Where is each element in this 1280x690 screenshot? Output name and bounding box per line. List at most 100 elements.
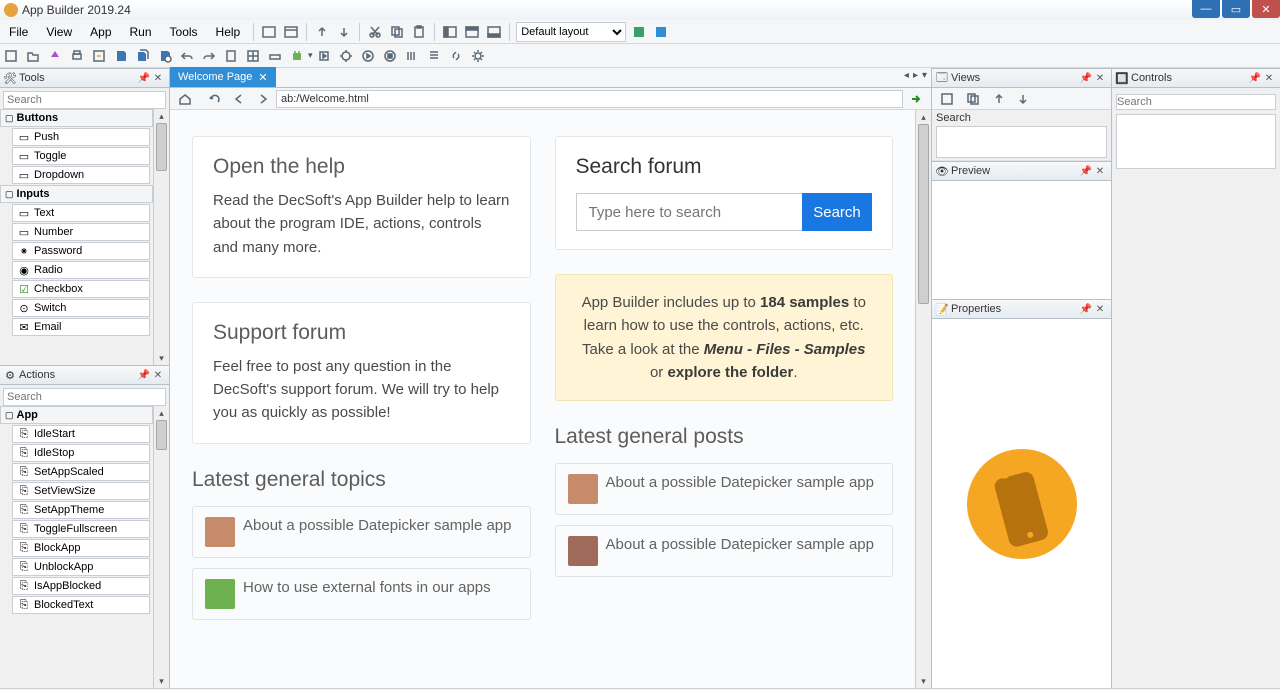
search-forum-button[interactable]: Search [802, 193, 872, 231]
pin-icon[interactable]: 📌 [1079, 302, 1093, 316]
views-duplicate-icon[interactable] [963, 89, 983, 109]
tab-welcome[interactable]: Welcome Page ✕ [170, 67, 276, 87]
action-idlestop[interactable]: ⎘IdleStop [12, 444, 150, 462]
close-panel-icon[interactable]: ✕ [1093, 164, 1107, 178]
menu-help[interactable]: Help [207, 20, 250, 43]
toolbar2-grid-icon[interactable] [243, 46, 263, 66]
toolbar-btn-dock-top[interactable] [462, 22, 482, 42]
toolbar-btn-new-view[interactable] [259, 22, 279, 42]
actions-search-input[interactable] [3, 388, 166, 406]
views-new-icon[interactable] [937, 89, 957, 109]
layout-select[interactable]: Default layout [516, 22, 626, 42]
toolbar2-scale-icon[interactable] [265, 46, 285, 66]
minimize-button[interactable]: — [1192, 0, 1220, 18]
menu-file[interactable]: File [0, 20, 37, 43]
browser-go-icon[interactable] [906, 89, 926, 109]
toolbar2-open-icon[interactable] [23, 46, 43, 66]
browser-refresh-icon[interactable] [205, 89, 225, 109]
browser-forward-icon[interactable] [253, 89, 273, 109]
toolbar2-align-icon[interactable] [402, 46, 422, 66]
toolbar2-save-icon[interactable] [111, 46, 131, 66]
toolbar2-play-icon[interactable] [358, 46, 378, 66]
close-panel-icon[interactable]: ✕ [151, 368, 165, 382]
topic-item[interactable]: About a possible Datepicker sample app [192, 506, 531, 558]
close-panel-icon[interactable]: ✕ [1093, 302, 1107, 316]
toolbar-btn-save-layout[interactable] [629, 22, 649, 42]
toolbar2-link-icon[interactable] [446, 46, 466, 66]
arrow-down-icon[interactable] [334, 22, 354, 42]
toolbar-btn-new-dialog[interactable] [281, 22, 301, 42]
action-isappblocked[interactable]: ⎘IsAppBlocked [12, 577, 150, 595]
toolbar-btn-copy[interactable] [387, 22, 407, 42]
tool-text[interactable]: ▭Text [12, 204, 150, 222]
toolbar2-print-icon[interactable] [67, 46, 87, 66]
action-blockapp[interactable]: ⎘BlockApp [12, 539, 150, 557]
tool-password[interactable]: ⁕Password [12, 242, 150, 260]
toolbar-btn-dock-left[interactable] [440, 22, 460, 42]
menu-tools[interactable]: Tools [161, 20, 207, 43]
toolbar2-android-icon[interactable] [287, 46, 307, 66]
tool-switch[interactable]: ⊙Switch [12, 299, 150, 317]
close-panel-icon[interactable]: ✕ [1262, 71, 1276, 85]
browser-back-icon[interactable] [229, 89, 249, 109]
tool-number[interactable]: ▭Number [12, 223, 150, 241]
post-item[interactable]: About a possible Datepicker sample app [555, 463, 894, 515]
tool-email[interactable]: ✉Email [12, 318, 150, 336]
tool-dropdown[interactable]: ▭Dropdown [12, 166, 150, 184]
toolbar2-page-icon[interactable] [221, 46, 241, 66]
pin-icon[interactable]: 📌 [1079, 71, 1093, 85]
tab-prev-icon[interactable]: ◂ [904, 70, 909, 81]
samples-banner[interactable]: App Builder includes up to 184 samples t… [555, 274, 894, 401]
tools-group-buttons[interactable]: Buttons [0, 109, 153, 127]
action-blockedtext[interactable]: ⎘BlockedText [12, 596, 150, 614]
pin-icon[interactable]: 📌 [137, 71, 151, 85]
toolbar2-redo-icon[interactable] [199, 46, 219, 66]
toolbar2-saveas-icon[interactable] [155, 46, 175, 66]
close-button[interactable]: ✕ [1252, 0, 1280, 18]
tool-radio[interactable]: ◉Radio [12, 261, 150, 279]
actions-scrollbar[interactable]: ▴▾ [153, 406, 169, 688]
action-unblockapp[interactable]: ⎘UnblockApp [12, 558, 150, 576]
toolbar2-export-icon[interactable] [89, 46, 109, 66]
tools-search-input[interactable] [3, 91, 166, 109]
toolbar2-gear-icon[interactable] [468, 46, 488, 66]
views-up-icon[interactable] [989, 89, 1009, 109]
pin-icon[interactable]: 📌 [137, 368, 151, 382]
arrow-up-icon[interactable] [312, 22, 332, 42]
controls-list[interactable] [1116, 114, 1276, 169]
tab-list-icon[interactable]: ▾ [922, 70, 927, 81]
toolbar2-undo-icon[interactable] [177, 46, 197, 66]
search-forum-input[interactable] [576, 193, 803, 231]
browser-home-icon[interactable] [175, 89, 195, 109]
toolbar-btn-restore-layout[interactable] [651, 22, 671, 42]
close-panel-icon[interactable]: ✕ [151, 71, 165, 85]
actions-group-app[interactable]: App [0, 406, 153, 424]
toolbar2-stop-icon[interactable] [380, 46, 400, 66]
toolbar2-deploy-icon[interactable] [45, 46, 65, 66]
pin-icon[interactable]: 📌 [1248, 71, 1262, 85]
action-setappscaled[interactable]: ⎘SetAppScaled [12, 463, 150, 481]
topic-item[interactable]: How to use external fonts in our apps [192, 568, 531, 620]
toolbar2-new-project-icon[interactable] [1, 46, 21, 66]
content-scrollbar[interactable]: ▴▾ [915, 110, 931, 688]
views-down-icon[interactable] [1013, 89, 1033, 109]
menu-run[interactable]: Run [121, 20, 161, 43]
support-card[interactable]: Support forum Feel free to post any ques… [192, 302, 531, 444]
tools-group-inputs[interactable]: Inputs [0, 185, 153, 203]
views-search-input[interactable] [936, 126, 1107, 158]
action-setviewsize[interactable]: ⎘SetViewSize [12, 482, 150, 500]
tools-scrollbar[interactable]: ▴▾ [153, 109, 169, 365]
tab-close-icon[interactable]: ✕ [258, 71, 267, 84]
tool-checkbox[interactable]: ☑Checkbox [12, 280, 150, 298]
menu-view[interactable]: View [37, 20, 81, 43]
action-togglefullscreen[interactable]: ⎘ToggleFullscreen [12, 520, 150, 538]
controls-search-input[interactable] [1116, 94, 1276, 110]
toolbar2-saveall-icon[interactable] [133, 46, 153, 66]
address-url[interactable]: ab:/Welcome.html [276, 90, 903, 108]
toolbar2-debug-icon[interactable] [336, 46, 356, 66]
toolbar2-align2-icon[interactable] [424, 46, 444, 66]
action-idlestart[interactable]: ⎘IdleStart [12, 425, 150, 443]
close-panel-icon[interactable]: ✕ [1093, 71, 1107, 85]
toolbar-btn-paste[interactable] [409, 22, 429, 42]
toolbar2-run-last-icon[interactable] [314, 46, 334, 66]
